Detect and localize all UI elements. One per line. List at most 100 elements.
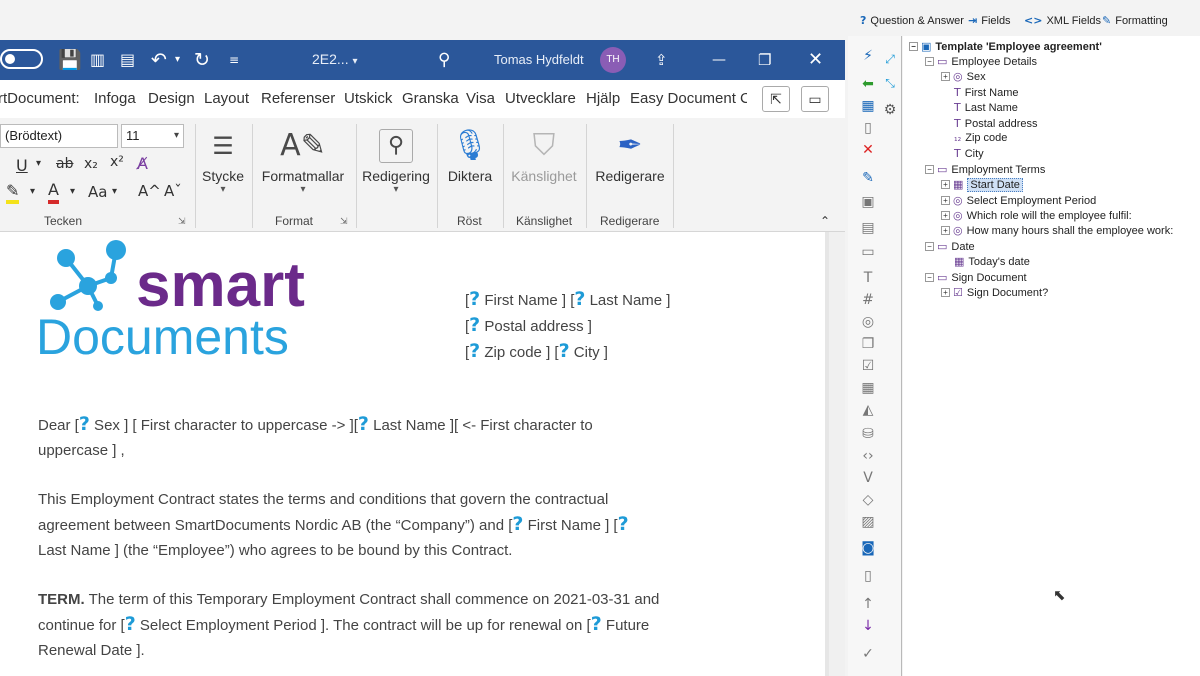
field-last-name[interactable]: Last Name ] (585, 292, 671, 309)
comments-icon[interactable]: ▭ (801, 86, 829, 112)
question-field-icon[interactable]: ? (574, 288, 585, 310)
stycke-button[interactable]: ☰ Stycke ▾ (200, 124, 246, 195)
move-down-icon[interactable]: ↓ (858, 618, 878, 634)
redo-icon[interactable]: ↻ (194, 47, 210, 73)
tab-question-answer[interactable]: ? Question & Answer (860, 14, 964, 27)
tab-utvecklare[interactable]: Utvecklare (505, 90, 576, 107)
tab-xml-fields[interactable]: <> XML Fields (1024, 14, 1101, 27)
tree-item-employment-terms[interactable]: − ▭ Employment Terms (925, 163, 1045, 176)
redigerare-button[interactable]: ✒ Redigerare (592, 124, 668, 184)
tree-root[interactable]: − ▣ Template 'Employee agreement' (909, 40, 1102, 53)
undo-dropdown-icon[interactable]: ▾ (175, 47, 180, 73)
question-field-icon[interactable]: ? (591, 613, 602, 635)
shrink-font-button[interactable]: Aˇ (164, 182, 182, 200)
tab-referenser[interactable]: Referenser (261, 90, 335, 107)
tab-fields[interactable]: ⇥ Fields (968, 14, 1011, 27)
question-field-icon[interactable]: ? (512, 513, 523, 535)
back-arrow-icon[interactable]: ⬅ (858, 76, 878, 92)
change-case-dropdown-icon[interactable]: ▾ (112, 186, 117, 197)
field-city[interactable]: City ] (570, 344, 608, 361)
code-icon[interactable]: ‹› (858, 448, 878, 464)
validate-icon[interactable]: V (858, 470, 878, 486)
minimize-icon[interactable]: — (712, 47, 726, 73)
tab-infoga[interactable]: Infoga (94, 90, 136, 107)
check-icon[interactable]: ✓ (858, 646, 878, 662)
tree-item-todays-date[interactable]: ▦ Today's date (954, 255, 1030, 268)
highlight-icon[interactable]: ✎ (6, 182, 20, 204)
calendar-icon[interactable]: ▦ (858, 380, 878, 396)
grow-font-button[interactable]: A^ (138, 182, 161, 200)
tree-item-role[interactable]: + ◎ Which role will the employee fulfil: (941, 209, 1132, 222)
block-icon[interactable]: ▣ (858, 194, 878, 210)
intro-paragraph[interactable]: This Employment Contract states the term… (38, 487, 738, 563)
question-field-icon[interactable]: ? (79, 413, 90, 435)
save-icon[interactable]: 💾 (58, 47, 82, 73)
document-name[interactable]: 2E2... ▾ (312, 51, 358, 67)
ribbon-display-icon[interactable]: ⇪ (655, 47, 668, 73)
question-field-icon[interactable]: ? (469, 340, 480, 362)
superscript-button[interactable]: x² (110, 154, 124, 170)
choice-field-icon[interactable]: ◎ (858, 314, 878, 330)
share-icon[interactable]: ⇱ (762, 86, 790, 112)
tab-formatting[interactable]: ✎ Formatting (1102, 14, 1168, 27)
tab-hjalp[interactable]: Hjälp (586, 90, 620, 107)
question-field-icon[interactable]: ? (618, 513, 629, 535)
font-color-dropdown-icon[interactable]: ▾ (70, 186, 75, 197)
delete-icon[interactable]: ✕ (858, 142, 878, 158)
tree-item-first-name[interactable]: T First Name (954, 86, 1019, 99)
tree-item-city[interactable]: T City (954, 147, 984, 160)
font-size-box[interactable]: 11 ▾ (121, 124, 184, 148)
restore-icon[interactable]: ❐ (758, 47, 771, 73)
tab-easy-document[interactable]: Easy Document C (630, 90, 747, 107)
greeting-paragraph[interactable]: Dear [? Sex ] [ First character to upper… (38, 412, 738, 463)
edit-icon[interactable]: ✎ (858, 170, 878, 186)
underline-button[interactable]: U (16, 156, 28, 175)
tree-item-employee-details[interactable]: − ▭ Employee Details (925, 55, 1037, 68)
wizard-icon[interactable]: ⚡ (858, 48, 878, 64)
comment-icon[interactable]: ▭ (858, 244, 878, 260)
tree-item-postal-address[interactable]: T Postal address (954, 117, 1038, 130)
quick-access-form-icon[interactable]: ▤ (120, 47, 135, 73)
tree-item-select-period[interactable]: + ◎ Select Employment Period (941, 194, 1096, 207)
image-icon[interactable]: ▨ (858, 514, 878, 530)
tab-granska[interactable]: Granska (402, 90, 459, 107)
font-color-button[interactable]: A (48, 180, 59, 204)
copy-icon[interactable]: ❐ (858, 336, 878, 352)
question-field-icon[interactable]: ? (358, 413, 369, 435)
field-select-employment-period[interactable]: Select Employment Period ]. The contract… (136, 617, 591, 634)
checkbox-icon[interactable]: ☑ (858, 358, 878, 374)
tree-item-start-date[interactable]: + ▦ Start Date (941, 178, 1023, 192)
tab-visa[interactable]: Visa (466, 90, 495, 107)
question-field-icon[interactable]: ? (469, 288, 480, 310)
diktera-button[interactable]: 🎙 Diktera (442, 124, 498, 184)
close-icon[interactable]: ✕ (808, 47, 823, 73)
move-up-icon[interactable]: ↑ (858, 596, 878, 612)
tab-smartdocument[interactable]: rtDocument: (0, 90, 80, 107)
table-icon[interactable]: ▤ (858, 220, 878, 236)
clear-formatting-icon[interactable]: A̸ (137, 154, 148, 173)
field-last-name[interactable]: Last Name ] (the “Employee”) who agrees … (38, 542, 512, 559)
document-icon[interactable]: ▦ (858, 98, 878, 114)
question-field-icon[interactable]: ? (559, 340, 570, 362)
field-last-name[interactable]: Last Name ][ <- First character to (369, 417, 593, 434)
shapes-icon[interactable]: ◭ (858, 402, 878, 418)
font-name-box[interactable]: (Brödtext) (0, 124, 118, 148)
help-icon[interactable]: ◙ (858, 540, 878, 556)
field-future-renewal-date[interactable]: Future (602, 617, 649, 634)
expand-icon[interactable]: ⤢ (880, 52, 900, 67)
field-first-name[interactable]: First Name ] [ (523, 517, 618, 534)
term-paragraph[interactable]: TERM. The term of this Temporary Employm… (38, 587, 738, 663)
tab-layout[interactable]: Layout (204, 90, 249, 107)
underline-dropdown-icon[interactable]: ▾ (36, 158, 41, 169)
tree-item-date[interactable]: − ▭ Date (925, 240, 975, 253)
field-first-name[interactable]: First Name ] [ (480, 292, 574, 309)
tree-item-sex[interactable]: + ◎ Sex (941, 70, 986, 83)
tree-item-hours[interactable]: + ◎ How many hours shall the employee work… (941, 224, 1173, 237)
formatmallar-button[interactable]: A✎ Formatmallar ▾ (258, 124, 348, 195)
customize-toolbar-icon[interactable]: ≡ (229, 47, 239, 73)
tree-item-last-name[interactable]: T Last Name (954, 101, 1018, 114)
autosave-toggle[interactable] (0, 49, 43, 69)
tecken-launcher-icon[interactable]: ⇲ (178, 216, 186, 227)
number-field-icon[interactable]: # (858, 292, 878, 308)
tree-item-sign-document[interactable]: − ▭ Sign Document (925, 271, 1027, 284)
